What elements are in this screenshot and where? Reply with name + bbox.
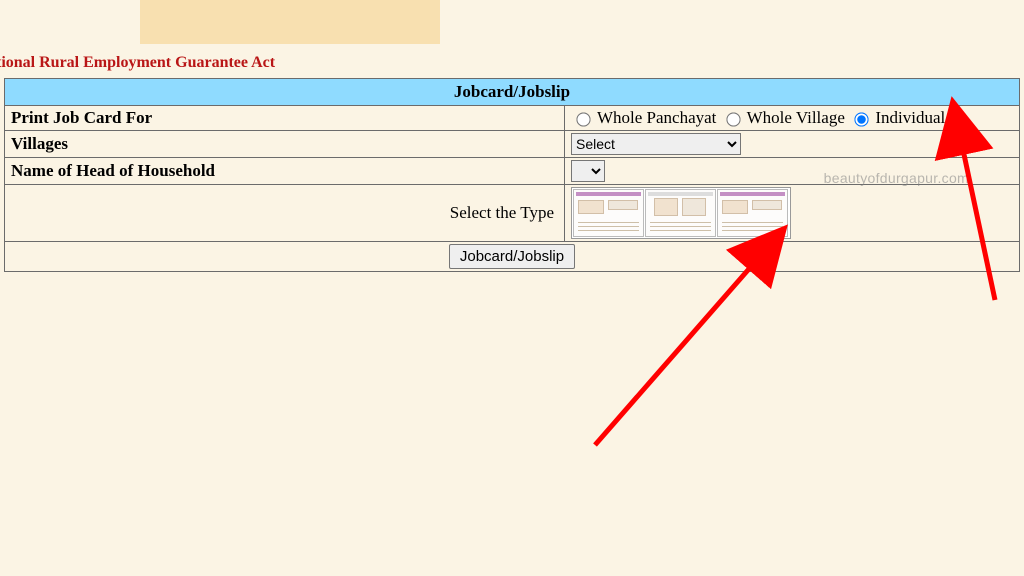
cell-head-input — [565, 158, 1020, 185]
cell-type-thumbnails — [565, 185, 1020, 242]
radio-individual-label[interactable]: Individual — [849, 108, 945, 127]
jobcard-form-table: Print Job Card For Whole Panchayat Whole… — [4, 105, 1020, 272]
cell-print-for-options: Whole Panchayat Whole Village Individual — [565, 106, 1020, 131]
select-head-of-household[interactable] — [571, 160, 605, 182]
peach-decorative-block — [140, 0, 440, 44]
label-select-type: Select the Type — [5, 185, 565, 242]
label-villages: Villages — [5, 131, 565, 158]
row-submit: Jobcard/Jobslip — [5, 242, 1020, 272]
radio-whole-village-label[interactable]: Whole Village — [721, 108, 849, 127]
label-head-of-household: Name of Head of Household — [5, 158, 565, 185]
radio-whole-village[interactable] — [726, 112, 740, 126]
type-thumbnail-2[interactable] — [645, 189, 716, 237]
radio-whole-panchayat-text: Whole Panchayat — [597, 108, 716, 127]
section-header: Jobcard/Jobslip — [4, 78, 1020, 105]
top-band — [0, 0, 1024, 50]
cell-submit: Jobcard/Jobslip — [5, 242, 1020, 272]
row-head-of-household: Name of Head of Household — [5, 158, 1020, 185]
submit-button[interactable]: Jobcard/Jobslip — [449, 244, 575, 269]
arrow-to-submit-button — [595, 262, 755, 445]
row-villages: Villages Select — [5, 131, 1020, 158]
row-print-for: Print Job Card For Whole Panchayat Whole… — [5, 106, 1020, 131]
select-villages[interactable]: Select — [571, 133, 741, 155]
type-thumbnail-3[interactable] — [717, 189, 788, 237]
label-print-for: Print Job Card For — [5, 106, 565, 131]
radio-whole-village-text: Whole Village — [747, 108, 845, 127]
cell-villages-input: Select — [565, 131, 1020, 158]
radio-individual-text: Individual — [875, 108, 945, 127]
type-thumbnail-1[interactable] — [573, 189, 644, 237]
page-act-title: tional Rural Employment Guarantee Act — [0, 50, 1024, 78]
row-select-type: Select the Type — [5, 185, 1020, 242]
type-thumbnail-group — [571, 187, 791, 239]
radio-whole-panchayat-label[interactable]: Whole Panchayat — [571, 108, 721, 127]
radio-whole-panchayat[interactable] — [576, 112, 590, 126]
radio-individual[interactable] — [854, 112, 868, 126]
